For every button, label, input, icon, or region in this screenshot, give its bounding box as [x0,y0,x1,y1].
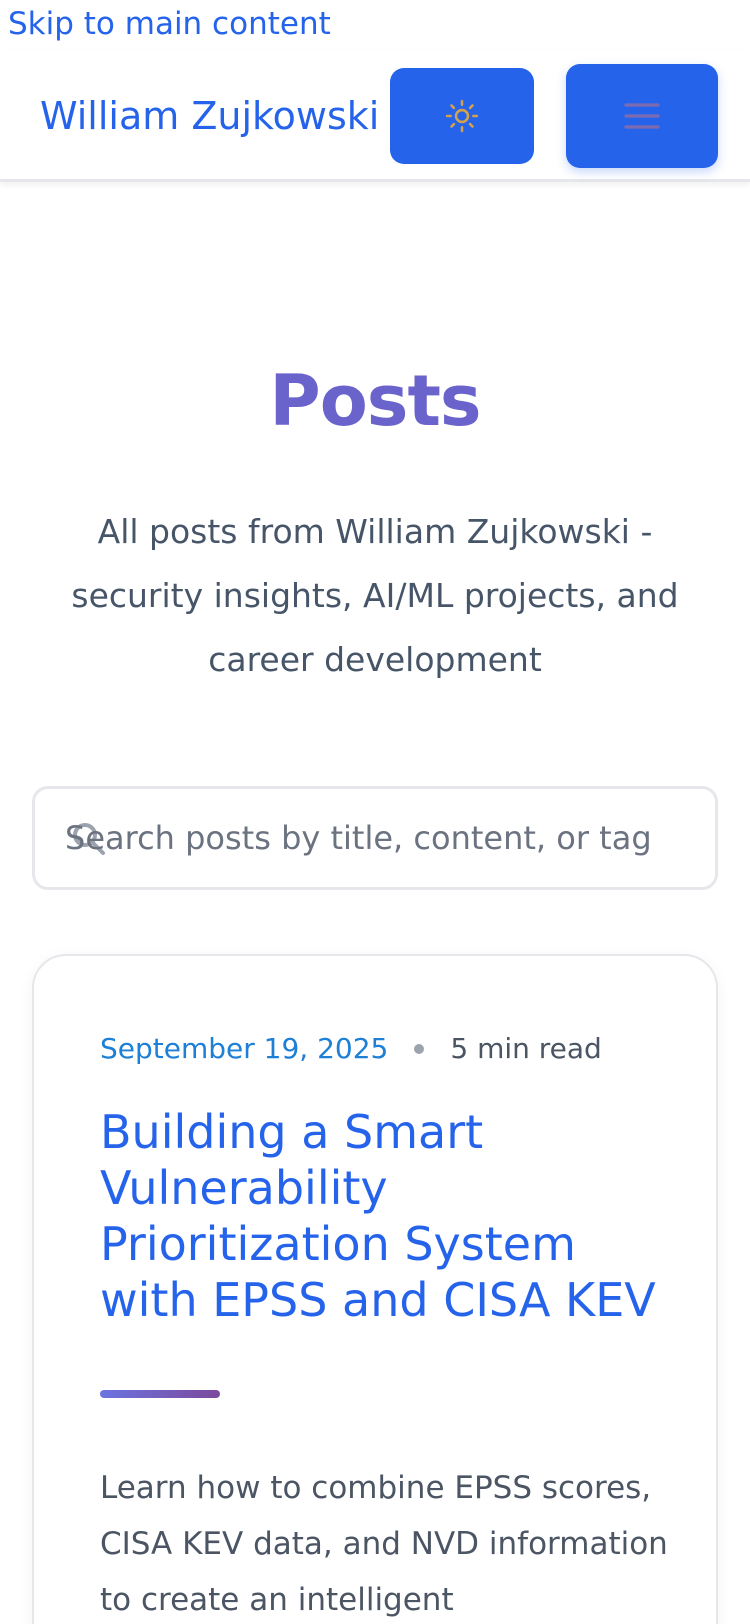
post-excerpt: Learn how to combine EPSS scores, CISA K… [100,1470,668,1618]
post-date: September 19, 2025 [100,1032,389,1065]
menu-toggle-button[interactable] [566,64,718,168]
search-box [32,786,718,890]
skip-to-main-link[interactable]: Skip to main content [8,6,331,42]
page-subtitle: All posts from William Zujkowski - secur… [71,512,679,679]
sun-icon [445,99,479,133]
site-brand-link[interactable]: William Zujkowski [40,94,379,138]
post-card: September 19, 2025 5 min read Building a… [32,954,718,1624]
site-header: William Zujkowski [0,50,750,182]
search-input[interactable] [65,789,705,887]
post-title-underline [100,1390,220,1398]
theme-toggle-button[interactable] [390,68,534,164]
post-read-time: 5 min read [450,1032,602,1065]
hamburger-menu-icon [624,103,660,129]
page-title: Posts [269,360,481,442]
meta-separator-dot [414,1043,425,1054]
post-meta: September 19, 2025 5 min read [100,1032,602,1065]
post-title-link[interactable]: Building a Smart Vulnerability Prioritiz… [100,1104,660,1328]
page: Skip to main content William Zujkowski P… [0,0,750,1624]
